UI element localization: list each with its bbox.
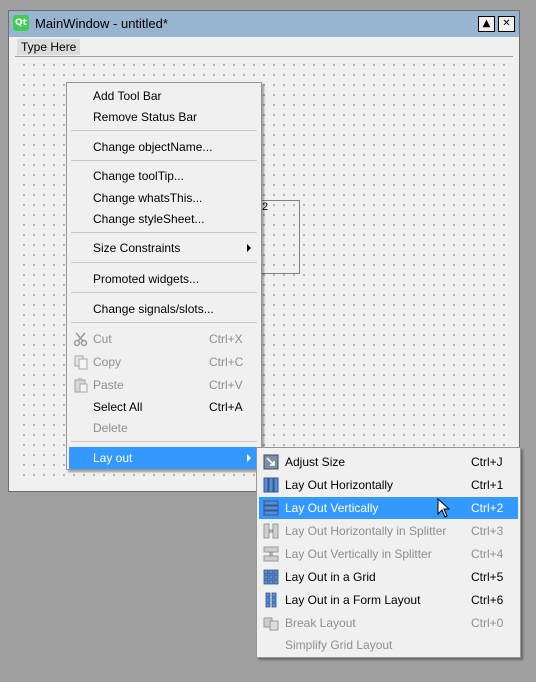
layout-vertical-icon	[263, 500, 279, 516]
menu-item-delete[interactable]: Delete	[69, 417, 259, 439]
submenu-item-adjust-size[interactable]: Adjust Size Ctrl+J	[259, 451, 518, 473]
copy-icon	[74, 355, 88, 370]
menu-item-remove-status-bar[interactable]: Remove Status Bar	[69, 106, 259, 128]
submenu-item-lay-out-horizontally[interactable]: Lay Out Horizontally Ctrl+1	[259, 474, 518, 496]
menu-separator	[71, 160, 257, 161]
menu-item-size-constraints[interactable]: Size Constraints	[69, 237, 259, 259]
grid-layout-icon	[263, 569, 279, 585]
menu-item-change-whatsthis[interactable]: Change whatsThis...	[69, 187, 259, 209]
submenu-item-lay-out-in-a-form-layout[interactable]: Lay Out in a Form Layout Ctrl+6	[259, 589, 518, 611]
submenu-item-lay-out-in-a-grid[interactable]: Lay Out in a Grid Ctrl+5	[259, 566, 518, 588]
menu-item-promoted-widgets[interactable]: Promoted widgets...	[69, 268, 259, 290]
menu-separator	[71, 232, 257, 233]
menu-separator	[71, 262, 257, 263]
layout-horizontal-icon	[263, 477, 279, 493]
splitter-horizontal-icon	[263, 523, 279, 539]
maximize-button[interactable]: ▲	[478, 16, 495, 32]
submenu-arrow-icon	[247, 244, 251, 252]
submenu-arrow-icon	[247, 454, 251, 462]
menu-item-change-stylesheet[interactable]: Change styleSheet...	[69, 208, 259, 230]
submenu-item-lay-out-horizontally-in-splitter[interactable]: Lay Out Horizontally in Splitter Ctrl+3	[259, 520, 518, 542]
context-menu: Add Tool Bar Remove Status Bar Change ob…	[66, 82, 262, 470]
qt-logo-icon: Qt	[13, 15, 29, 31]
close-button[interactable]: ✕	[498, 16, 515, 32]
submenu-item-lay-out-vertically-in-splitter[interactable]: Lay Out Vertically in Splitter Ctrl+4	[259, 543, 518, 565]
menu-item-select-all[interactable]: Select All Ctrl+A	[69, 396, 259, 418]
type-here-menu-placeholder[interactable]: Type Here	[17, 39, 81, 55]
menu-item-add-tool-bar[interactable]: Add Tool Bar	[69, 85, 259, 107]
menu-item-change-tooltip[interactable]: Change toolTip...	[69, 165, 259, 187]
menu-separator	[71, 130, 257, 131]
menu-separator	[71, 441, 257, 442]
submenu-item-lay-out-vertically[interactable]: Lay Out Vertically Ctrl+2	[259, 497, 518, 519]
break-layout-icon	[263, 617, 279, 631]
scissors-icon	[73, 332, 88, 347]
menu-item-change-objectname[interactable]: Change objectName...	[69, 136, 259, 158]
menu-item-cut[interactable]: Cut Ctrl+X	[69, 328, 259, 350]
menu-bar: Type Here	[15, 39, 513, 57]
submenu-item-break-layout[interactable]: Break Layout Ctrl+0	[259, 612, 518, 634]
splitter-vertical-icon	[263, 546, 279, 562]
mouse-pointer-icon	[437, 498, 451, 518]
layout-frame-label: 2	[262, 201, 269, 213]
menu-separator	[71, 292, 257, 293]
menu-separator	[71, 322, 257, 323]
title-bar[interactable]: Qt MainWindow - untitled* ▲ ✕	[9, 11, 519, 37]
paste-icon	[74, 378, 88, 393]
adjust-size-icon	[263, 454, 279, 470]
submenu-item-simplify-grid-layout[interactable]: Simplify Grid Layout	[259, 634, 518, 656]
window-title: MainWindow - untitled*	[35, 16, 168, 31]
menu-item-paste[interactable]: Paste Ctrl+V	[69, 374, 259, 396]
menu-item-copy[interactable]: Copy Ctrl+C	[69, 351, 259, 373]
form-layout-icon	[265, 592, 277, 608]
layout-submenu: Adjust Size Ctrl+J Lay Out Horizontally Ct…	[256, 447, 521, 658]
menu-item-lay-out[interactable]: Lay out	[69, 447, 259, 469]
menu-item-change-signals-slots[interactable]: Change signals/slots...	[69, 298, 259, 320]
